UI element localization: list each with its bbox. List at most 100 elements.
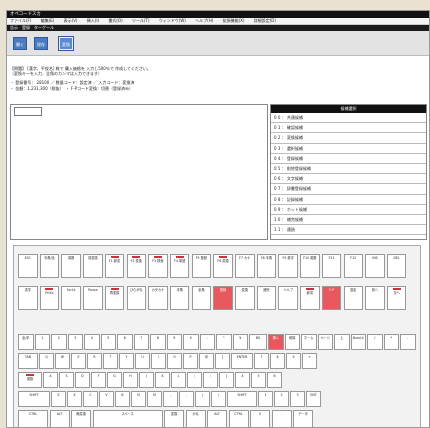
key-row4-4[interactable]: R	[87, 353, 102, 369]
key-row1-8[interactable]: F5 登録	[191, 254, 212, 278]
key-row1-2[interactable]: 英数	[61, 254, 81, 278]
key-row4-11[interactable]: @	[199, 353, 214, 369]
key-row4-10[interactable]: P	[183, 353, 198, 369]
key-row7-6[interactable]: ALT	[207, 410, 227, 427]
key-row6-13[interactable]: 1	[258, 391, 273, 407]
key-row3-12[interactable]: ^	[216, 334, 232, 350]
key-row2-14[interactable]: F-P	[321, 286, 342, 310]
key-row1-7[interactable]: F4 単語	[169, 254, 190, 278]
key-row3-18[interactable]: ページ	[317, 334, 333, 350]
key-row2-7[interactable]: 半角	[169, 286, 190, 310]
menu-item[interactable]: 編集(E)	[41, 18, 55, 23]
candidate-item[interactable]: 0 7 ： 辞書登録候補	[271, 184, 426, 195]
key-row1-17[interactable]: DEL	[386, 254, 407, 278]
key-row4-8[interactable]: I	[151, 353, 166, 369]
key-row6-10[interactable]: /	[195, 391, 210, 407]
key-row5-0[interactable]: 英数	[18, 372, 42, 388]
key-row2-6[interactable]: カタカナ	[148, 286, 168, 310]
menu-item[interactable]: 書式(O)	[108, 18, 122, 23]
key-row5-10[interactable]: ;	[187, 372, 202, 388]
candidate-item[interactable]: 0 1 ： 確認候補	[271, 123, 426, 134]
key-row6-2[interactable]: X	[67, 391, 82, 407]
save-button[interactable]: 保存	[34, 37, 48, 50]
key-row3-4[interactable]: 4	[84, 334, 100, 350]
key-row5-13[interactable]: 4	[235, 372, 250, 388]
key-row5-4[interactable]: F	[91, 372, 106, 388]
candidate-item[interactable]: 0 8 ： 記録候補	[271, 195, 426, 205]
key-row3-1[interactable]: 1	[34, 334, 50, 350]
key-row4-2[interactable]: W	[55, 353, 70, 369]
key-row6-16[interactable]: ENT	[306, 391, 321, 407]
candidate-item[interactable]: 0 9 ： ホット候補	[271, 205, 426, 215]
key-row1-9[interactable]: F6 変換	[213, 254, 233, 278]
key-row4-16[interactable]: 9	[286, 353, 301, 369]
key-row5-7[interactable]: J	[139, 372, 154, 388]
key-row1-4[interactable]: F1 辞書	[104, 254, 125, 278]
key-row4-3[interactable]: E	[71, 353, 86, 369]
key-row6-3[interactable]: C	[83, 391, 98, 407]
key-row3-5[interactable]: 5	[100, 334, 116, 350]
key-row5-6[interactable]: H	[123, 372, 138, 388]
menu-item[interactable]: 詳細設定(D)	[254, 18, 276, 23]
key-row7-1[interactable]: ALT	[49, 410, 70, 427]
key-row3-10[interactable]: 0	[183, 334, 199, 350]
key-row5-14[interactable]: 5	[251, 372, 266, 388]
menu-item[interactable]: ヘルプ(H)	[195, 18, 213, 23]
menu-item[interactable]: ツール(T)	[132, 18, 150, 23]
key-row7-5[interactable]: かな	[185, 410, 206, 427]
menu-item[interactable]: 表示(V)	[64, 18, 78, 23]
key-row3-3[interactable]: 3	[67, 334, 83, 350]
key-row7-9[interactable]: .	[271, 410, 292, 427]
key-row5-5[interactable]: G	[107, 372, 122, 388]
key-row5-12[interactable]: ]	[219, 372, 234, 388]
key-row3-17[interactable]: ホーム	[301, 334, 317, 350]
key-row5-3[interactable]: D	[75, 372, 90, 388]
key-row2-11[interactable]: 補完	[256, 286, 277, 310]
candidate-item[interactable]: 0 0 ： 共通候補	[271, 113, 426, 124]
key-row7-3[interactable]: スペース	[92, 410, 163, 427]
key-row6-8[interactable]: ,	[163, 391, 178, 407]
key-row3-23[interactable]: -	[400, 334, 416, 350]
key-row2-1[interactable]: PrtSc	[39, 286, 60, 310]
key-row4-17[interactable]: +	[302, 353, 317, 369]
menu-item[interactable]: ファイル(F)	[10, 18, 31, 23]
key-row2-15[interactable]: 設定	[343, 286, 363, 310]
key-row4-1[interactable]: Q	[39, 353, 54, 369]
key-row2-12[interactable]: ヘルプ	[278, 286, 298, 310]
key-row1-14[interactable]: F11	[321, 254, 342, 278]
key-row5-9[interactable]: L	[171, 372, 186, 388]
candidate-item[interactable]: 1 1 ： 通過	[271, 225, 426, 236]
answer-area[interactable]	[10, 104, 268, 240]
key-row7-4[interactable]: 変換	[164, 410, 184, 427]
key-row2-10[interactable]: 変換	[235, 286, 255, 310]
key-row2-0[interactable]: 漢字	[18, 286, 38, 310]
key-row6-15[interactable]: 3	[290, 391, 305, 407]
key-row5-15[interactable]: 6	[267, 372, 282, 388]
key-row2-2[interactable]: ScrLk	[61, 286, 81, 310]
key-row4-5[interactable]: T	[103, 353, 118, 369]
candidate-item[interactable]: 0 3 ： 選択候補	[271, 144, 426, 154]
candidate-item[interactable]: 0 4 ： 登録候補	[271, 154, 426, 164]
key-row6-11[interactable]: \	[211, 391, 226, 407]
menu-item[interactable]: 拡張機能(X)	[223, 18, 245, 23]
key-row6-14[interactable]: 2	[274, 391, 289, 407]
key-row7-2[interactable]: 無変換	[71, 410, 91, 427]
key-row7-0[interactable]: CTRL	[18, 410, 48, 427]
key-row6-5[interactable]: B	[115, 391, 130, 407]
key-row1-10[interactable]: F7 カナ	[235, 254, 255, 278]
key-row7-10[interactable]: データ	[293, 410, 313, 427]
answer-input[interactable]	[14, 107, 42, 116]
candidate-item[interactable]: 1 0 ： 補完候補	[271, 215, 426, 226]
key-row4-9[interactable]: O	[167, 353, 182, 369]
key-row4-15[interactable]: 8	[270, 353, 285, 369]
key-row6-1[interactable]: Z	[51, 391, 66, 407]
key-row2-9[interactable]: 登録	[213, 286, 233, 310]
key-row2-3[interactable]: Pause	[83, 286, 103, 310]
key-row3-11[interactable]: -	[199, 334, 215, 350]
open-button[interactable]: 開く	[13, 37, 27, 50]
key-row1-16[interactable]: INS	[365, 254, 385, 278]
key-row4-12[interactable]: [	[215, 353, 230, 369]
key-row2-4[interactable]: 再変換	[104, 286, 125, 310]
key-row2-17[interactable]: 次へ	[386, 286, 407, 310]
key-row3-2[interactable]: 2	[51, 334, 67, 350]
